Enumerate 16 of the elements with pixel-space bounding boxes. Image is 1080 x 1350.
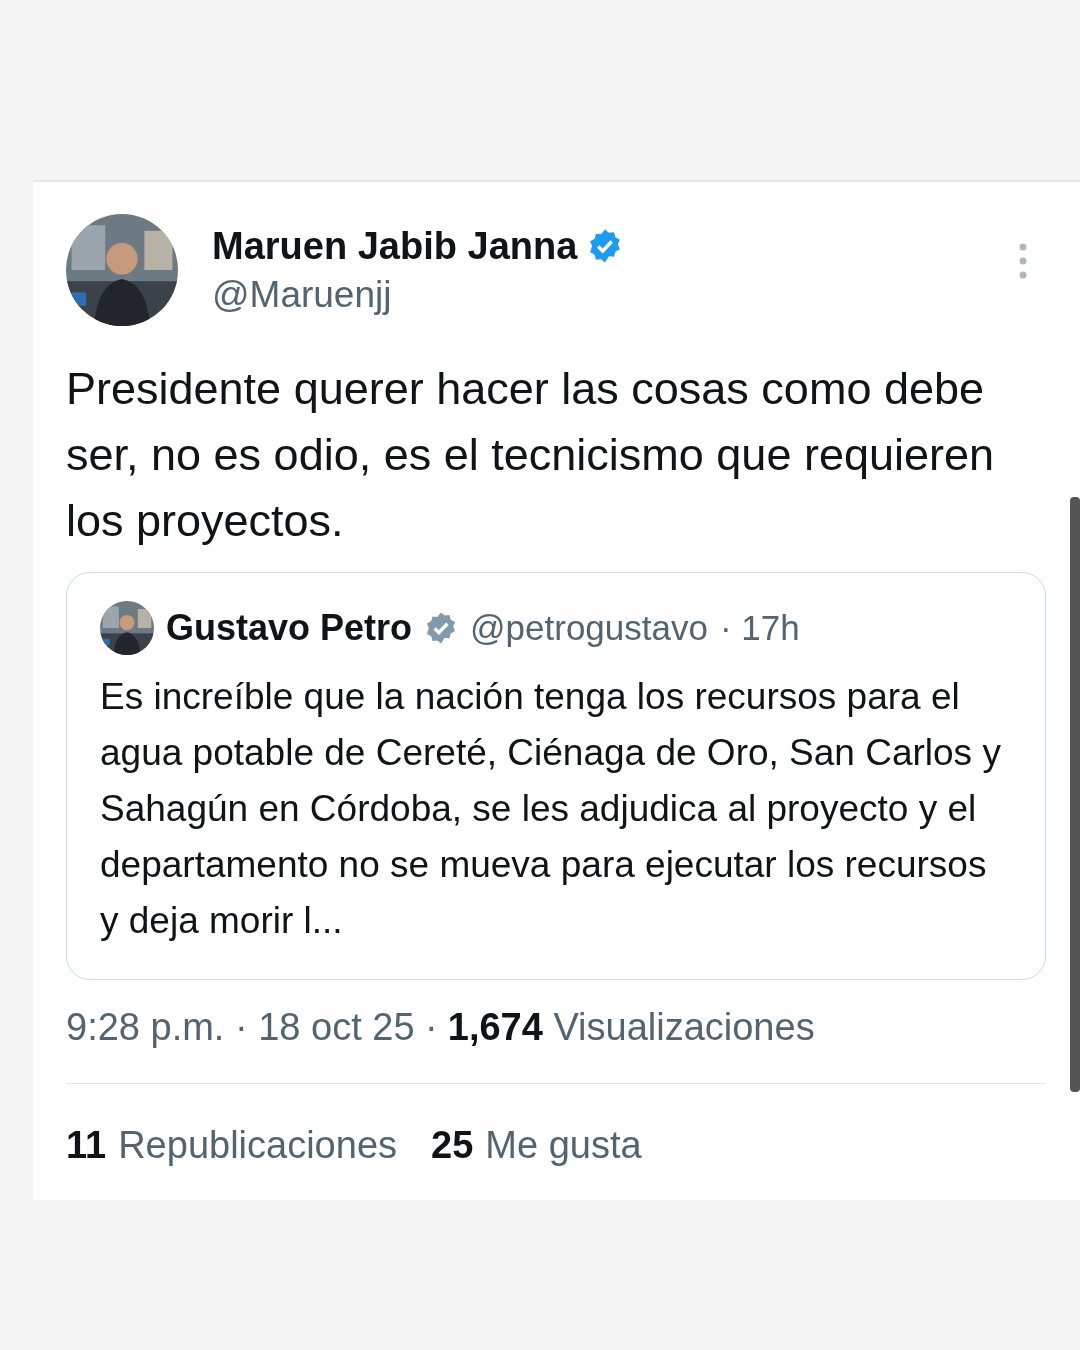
stat-label[interactable]: Me gusta (485, 1124, 642, 1167)
author-handle: @Maruenjj (212, 273, 393, 316)
post-timestamp: 9:28 p.m. · 18 oct 25 · (66, 1006, 438, 1049)
stat-count: 25 (431, 1124, 474, 1167)
quoted-tweet[interactable] (66, 572, 1046, 980)
quoted-author-handle: @petrogustavo (470, 608, 708, 648)
stat-count: 11 (66, 1124, 107, 1167)
quoted-text: Es increíble que la nación tenga los recursos para el agua potable de Cereté, Ciénaga de Oro, San Carlos y Sahagún en Córdoba, se les adjudica al proyecto y el departamento no se mueva para ejecutar los recursos y deja morir l... (100, 675, 1002, 943)
author-name: Maruen Jabib Janna (212, 224, 578, 268)
scrollbar[interactable] (1070, 497, 1080, 1092)
views-count: 1,674 Visualizaciones (447, 1006, 815, 1049)
tweet-text: Presidente querer hacer las cosas como debe ser, no es odio, es el tecnicismo que requieren los proyectos. (66, 362, 996, 548)
more-options-icon[interactable] (1018, 242, 1028, 280)
quoted-time: · 17h (719, 608, 800, 648)
stat-label[interactable]: Republicaciones (118, 1124, 397, 1167)
quoted-author-name: Gustavo Petro (166, 607, 413, 649)
